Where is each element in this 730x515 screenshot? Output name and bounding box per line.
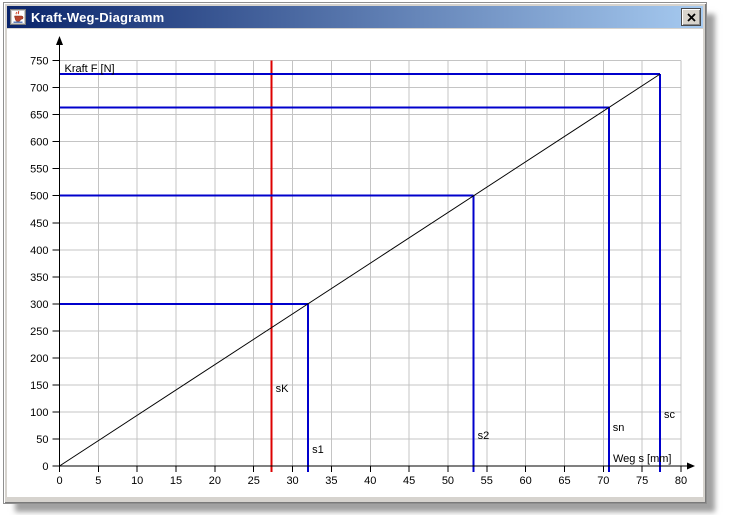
- svg-text:50: 50: [442, 475, 454, 487]
- svg-text:350: 350: [30, 272, 48, 284]
- svg-text:450: 450: [30, 218, 48, 230]
- svg-text:150: 150: [30, 380, 48, 392]
- svg-text:55: 55: [481, 475, 493, 487]
- svg-text:400: 400: [30, 245, 48, 257]
- svg-text:Kraft F [N]: Kraft F [N]: [65, 63, 115, 75]
- svg-text:40: 40: [364, 475, 376, 487]
- svg-text:sc: sc: [664, 409, 676, 421]
- svg-text:5: 5: [95, 475, 101, 487]
- svg-text:700: 700: [30, 83, 48, 95]
- close-icon: [687, 13, 696, 22]
- svg-text:500: 500: [30, 191, 48, 203]
- svg-text:35: 35: [325, 475, 337, 487]
- svg-text:70: 70: [597, 475, 609, 487]
- svg-text:80: 80: [675, 475, 687, 487]
- svg-text:15: 15: [170, 475, 182, 487]
- chart-panel: sKs1s2snsc050100150200250300350400450500…: [7, 29, 703, 497]
- svg-text:10: 10: [131, 475, 143, 487]
- svg-text:0: 0: [42, 461, 48, 473]
- svg-text:750: 750: [30, 56, 48, 68]
- java-app-icon: [10, 9, 26, 25]
- svg-text:75: 75: [636, 475, 648, 487]
- svg-text:0: 0: [56, 475, 62, 487]
- svg-text:s2: s2: [478, 430, 490, 442]
- svg-text:sK: sK: [276, 383, 290, 395]
- kraft-weg-chart: sKs1s2snsc050100150200250300350400450500…: [7, 29, 703, 497]
- svg-text:550: 550: [30, 164, 48, 176]
- svg-text:100: 100: [30, 407, 48, 419]
- svg-text:Weg s [mm]: Weg s [mm]: [613, 453, 671, 465]
- svg-text:60: 60: [520, 475, 532, 487]
- svg-text:45: 45: [403, 475, 415, 487]
- svg-text:200: 200: [30, 353, 48, 365]
- window: Kraft-Weg-Diagramm sKs1s2snsc05010015020…: [3, 2, 707, 504]
- svg-text:sn: sn: [613, 422, 625, 434]
- svg-text:30: 30: [286, 475, 298, 487]
- svg-text:65: 65: [558, 475, 570, 487]
- svg-text:300: 300: [30, 299, 48, 311]
- svg-text:s1: s1: [312, 444, 324, 456]
- window-title: Kraft-Weg-Diagramm: [31, 10, 681, 25]
- svg-text:650: 650: [30, 110, 48, 122]
- svg-text:50: 50: [36, 434, 48, 446]
- svg-text:250: 250: [30, 326, 48, 338]
- svg-text:600: 600: [30, 137, 48, 149]
- titlebar[interactable]: Kraft-Weg-Diagramm: [7, 6, 703, 28]
- svg-text:25: 25: [248, 475, 260, 487]
- close-button[interactable]: [681, 8, 701, 26]
- svg-text:20: 20: [209, 475, 221, 487]
